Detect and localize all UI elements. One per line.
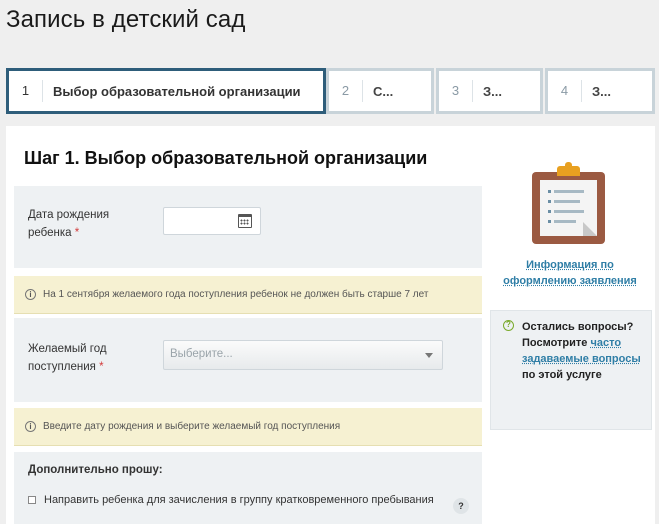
age-notice: i На 1 сентября желаемого года поступлен… — [14, 276, 482, 314]
age-notice-text: На 1 сентября желаемого года поступления… — [43, 289, 429, 300]
step-label: З... — [483, 83, 502, 99]
step-number: 1 — [9, 80, 43, 102]
enter-data-notice: i Введите дату рождения и выберите желае… — [14, 408, 482, 446]
application-info-link[interactable]: Информация по оформлению заявления — [500, 257, 640, 289]
admission-year-label: Желаемый год поступления * — [28, 343, 107, 373]
short-stay-checkbox[interactable] — [28, 496, 36, 504]
birth-date-label: Дата рождения ребенка * — [28, 209, 110, 239]
extra-requests-title: Дополнительно прошу: — [28, 464, 163, 476]
wizard-steps: 1 Выбор образовательной организации 2 С.… — [6, 68, 655, 114]
step-3-tab[interactable]: 3 З... — [436, 68, 543, 114]
help-button[interactable]: ? — [453, 498, 469, 514]
admission-year-block: Желаемый год поступления * Выберите... — [14, 318, 482, 402]
step-number: 2 — [329, 80, 363, 102]
form-heading: Шаг 1. Выбор образовательной организации — [24, 148, 428, 168]
step-1-tab[interactable]: 1 Выбор образовательной организации — [6, 68, 326, 114]
step-label: З... — [592, 83, 611, 99]
chevron-down-icon — [425, 353, 433, 358]
clipboard-icon — [532, 162, 605, 244]
step-4-tab[interactable]: 4 З... — [545, 68, 655, 114]
enter-data-notice-text: Введите дату рождения и выберите желаемы… — [43, 421, 341, 432]
short-stay-option[interactable]: Направить ребенка для зачисления в групп… — [28, 494, 434, 506]
question-icon: ? — [503, 320, 514, 331]
step-label: С... — [373, 83, 394, 99]
step-number: 3 — [439, 80, 473, 102]
page-title: Запись в детский сад — [6, 6, 246, 33]
step-number: 4 — [548, 80, 582, 102]
admission-year-select[interactable]: Выберите... — [163, 340, 443, 370]
info-icon: i — [25, 289, 36, 300]
extra-requests-block: Дополнительно прошу: Направить ребенка д… — [14, 452, 482, 524]
step-label: Выбор образовательной организации — [53, 83, 301, 99]
select-placeholder: Выберите... — [170, 348, 233, 360]
faq-box: ? Остались вопросы? Посмотрите часто зад… — [490, 310, 652, 430]
info-icon: i — [25, 421, 36, 432]
step-2-tab[interactable]: 2 С... — [326, 68, 434, 114]
short-stay-label: Направить ребенка для зачисления в групп… — [44, 494, 434, 506]
birth-date-block: Дата рождения ребенка * — [14, 186, 482, 268]
faq-text: Остались вопросы? Посмотрите часто задав… — [522, 321, 641, 381]
birth-date-input[interactable] — [163, 207, 261, 235]
calendar-icon[interactable] — [238, 214, 252, 228]
required-mark: * — [74, 227, 80, 239]
required-mark: * — [99, 361, 104, 373]
